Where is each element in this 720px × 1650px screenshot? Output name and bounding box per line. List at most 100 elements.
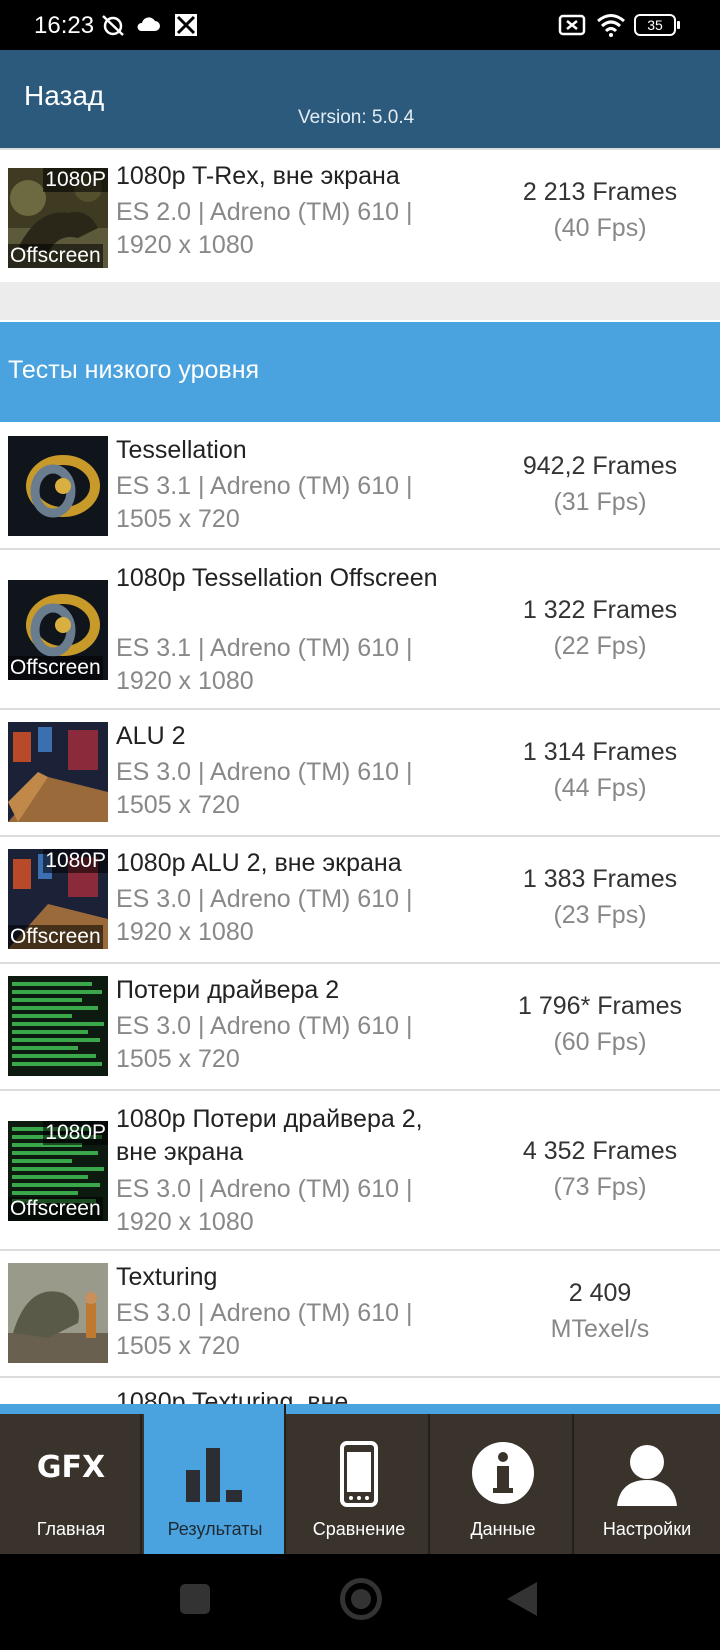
- gfx-logo-icon: GFX: [36, 1448, 106, 1488]
- home-button-dot: [351, 1589, 371, 1609]
- test-subtitle: ES 3.0 | Adreno (TM) 610 | 1920 x 1080: [116, 1175, 413, 1236]
- nav-label: Настройки: [602, 1519, 692, 1539]
- score-fps: (31 Fps): [553, 488, 647, 516]
- nav-home[interactable]: GFX Главная: [0, 1414, 142, 1554]
- test-score: 4 352 Frames (73 Fps): [480, 1133, 720, 1205]
- status-time: 16:23: [34, 12, 95, 39]
- gfx-logo-text: GFX: [36, 1450, 106, 1485]
- score-fps: (40 Fps): [553, 214, 647, 242]
- no-sim-icon: [558, 14, 586, 36]
- nav-info[interactable]: Данные: [432, 1414, 574, 1554]
- score-value: 2 409: [568, 1279, 632, 1307]
- test-title: 1080p T-Rex, вне экрана: [116, 162, 400, 190]
- test-title: 1080p Потери драйвера 2, вне экрана: [116, 1105, 423, 1166]
- nav-settings[interactable]: Настройки: [576, 1414, 718, 1554]
- result-row[interactable]: Texturing ES 3.0 | Adreno (TM) 610 | 150…: [0, 1251, 720, 1378]
- nav-label: Сравнение: [312, 1519, 406, 1539]
- resolution-badge: 1080P: [43, 849, 108, 873]
- score-frames: 1 322 Frames: [522, 596, 678, 624]
- section-title: Тесты низкого уровня: [8, 356, 260, 384]
- score-unit: MTexel/s: [550, 1315, 650, 1343]
- texturing-thumbnail: [8, 1263, 108, 1363]
- score-frames: 4 352 Frames: [522, 1137, 678, 1165]
- nav-results[interactable]: Результаты: [144, 1404, 286, 1554]
- nav-label: Главная: [36, 1519, 106, 1539]
- tessellation-offscreen-thumbnail: Offscreen: [8, 580, 108, 680]
- back-button[interactable]: Назад: [24, 80, 104, 112]
- bottom-nav-accent: [0, 1404, 720, 1414]
- battery-level: 35: [647, 17, 663, 33]
- test-subtitle: ES 3.0 | Adreno (TM) 610 | 1505 x 720: [116, 1012, 413, 1073]
- score-frames: 942,2 Frames: [522, 452, 678, 480]
- wifi-icon: [597, 14, 625, 37]
- trex-thumbnail: 1080P Offscreen: [8, 168, 108, 268]
- resolution-badge: 1080P: [43, 168, 108, 192]
- test-title: 1080p ALU 2, вне экрана: [116, 849, 402, 877]
- test-title: Tessellation: [116, 436, 247, 464]
- score-fps: (23 Fps): [553, 901, 647, 929]
- score-fps: (22 Fps): [553, 632, 647, 660]
- score-frames: 1 796* Frames: [518, 992, 682, 1020]
- score-frames: 1 383 Frames: [522, 865, 678, 893]
- test-score: 1 322 Frames (22 Fps): [480, 592, 720, 664]
- test-subtitle: ES 3.1 | Adreno (TM) 610 | 1920 x 1080: [116, 634, 413, 695]
- test-subtitle: ES 2.0 | Adreno (TM) 610 | 1920 x 1080: [116, 198, 413, 259]
- tessellation-thumbnail: [8, 436, 108, 536]
- test-score: 1 383 Frames (23 Fps): [480, 861, 720, 933]
- result-row[interactable]: 1080P Offscreen 1080p Потери драйвера 2,…: [0, 1091, 720, 1251]
- test-score: 2 409 MTexel/s: [480, 1275, 720, 1347]
- alu2-offscreen-thumbnail: 1080P Offscreen: [8, 849, 108, 949]
- nav-label: Результаты: [167, 1519, 263, 1539]
- recent-apps-button[interactable]: [180, 1584, 210, 1614]
- offscreen-badge: Offscreen: [8, 925, 103, 949]
- person-icon: [617, 1445, 677, 1506]
- result-row[interactable]: 1080P Offscreen 1080p T-Rex, вне экрана …: [0, 148, 720, 282]
- offscreen-badge: Offscreen: [8, 656, 103, 680]
- test-subtitle: ES 3.0 | Adreno (TM) 610 | 1920 x 1080: [116, 885, 413, 946]
- test-score: 2 213 Frames (40 Fps): [480, 174, 720, 246]
- test-subtitle: ES 3.1 | Adreno (TM) 610 | 1505 x 720: [116, 472, 413, 533]
- back-nav-button[interactable]: [505, 1580, 539, 1618]
- offscreen-badge: Offscreen: [8, 1197, 103, 1221]
- gallery-icon: [175, 14, 197, 36]
- driver-overhead-thumbnail: [8, 976, 108, 1076]
- test-title: Texturing: [116, 1263, 218, 1291]
- bottom-nav: GFX Главная Результаты Сравнение Данные: [0, 1404, 720, 1554]
- battery-icon: 35: [634, 14, 676, 36]
- score-fps: (60 Fps): [553, 1028, 647, 1056]
- test-subtitle: ES 3.0 | Adreno (TM) 610 | 1505 x 720: [116, 1299, 413, 1360]
- test-title: 1080p Tessellation Offscreen: [116, 564, 438, 592]
- driver-overhead-offscreen-thumbnail: 1080P Offscreen: [8, 1121, 108, 1221]
- battery-tip: [677, 21, 680, 29]
- section-header: Тесты низкого уровня: [0, 322, 720, 422]
- score-fps: (73 Fps): [553, 1173, 647, 1201]
- status-bar: 16:23 35: [0, 0, 720, 50]
- phone-icon: [340, 1441, 378, 1507]
- section-spacer: [0, 282, 720, 320]
- result-row[interactable]: Offscreen 1080p Tessellation Offscreen E…: [0, 550, 720, 710]
- test-title: Потери драйвера 2: [116, 976, 340, 1004]
- next-test-title-partial: 1080p Texturing, вне: [116, 1388, 349, 1404]
- result-row[interactable]: ALU 2 ES 3.0 | Adreno (TM) 610 | 1505 x …: [0, 710, 720, 837]
- score-fps: (44 Fps): [553, 774, 647, 802]
- cloud-icon: [137, 17, 160, 31]
- test-title: ALU 2: [116, 722, 186, 750]
- nav-label: Данные: [470, 1519, 536, 1539]
- resolution-badge: 1080P: [43, 1121, 108, 1145]
- result-row[interactable]: Потери драйвера 2 ES 3.0 | Adreno (TM) 6…: [0, 964, 720, 1091]
- system-nav-bar: [0, 1554, 720, 1650]
- results-list[interactable]: 1080P Offscreen 1080p T-Rex, вне экрана …: [0, 148, 720, 1404]
- score-frames: 2 213 Frames: [522, 178, 678, 206]
- alarm-off-icon: [102, 15, 124, 36]
- version-label: Version: 5.0.4: [298, 107, 415, 128]
- result-row[interactable]: Tessellation ES 3.1 | Adreno (TM) 610 | …: [0, 422, 720, 550]
- app-header: Назад Version: 5.0.4: [0, 50, 720, 148]
- test-score: 1 796* Frames (60 Fps): [480, 988, 720, 1060]
- result-row[interactable]: 1080P Offscreen 1080p ALU 2, вне экрана …: [0, 837, 720, 964]
- alu2-thumbnail: [8, 722, 108, 822]
- home-button[interactable]: [340, 1578, 382, 1620]
- info-icon: [472, 1442, 534, 1504]
- bar-chart-icon: [186, 1448, 242, 1502]
- nav-compare[interactable]: Сравнение: [288, 1414, 430, 1554]
- score-frames: 1 314 Frames: [522, 738, 678, 766]
